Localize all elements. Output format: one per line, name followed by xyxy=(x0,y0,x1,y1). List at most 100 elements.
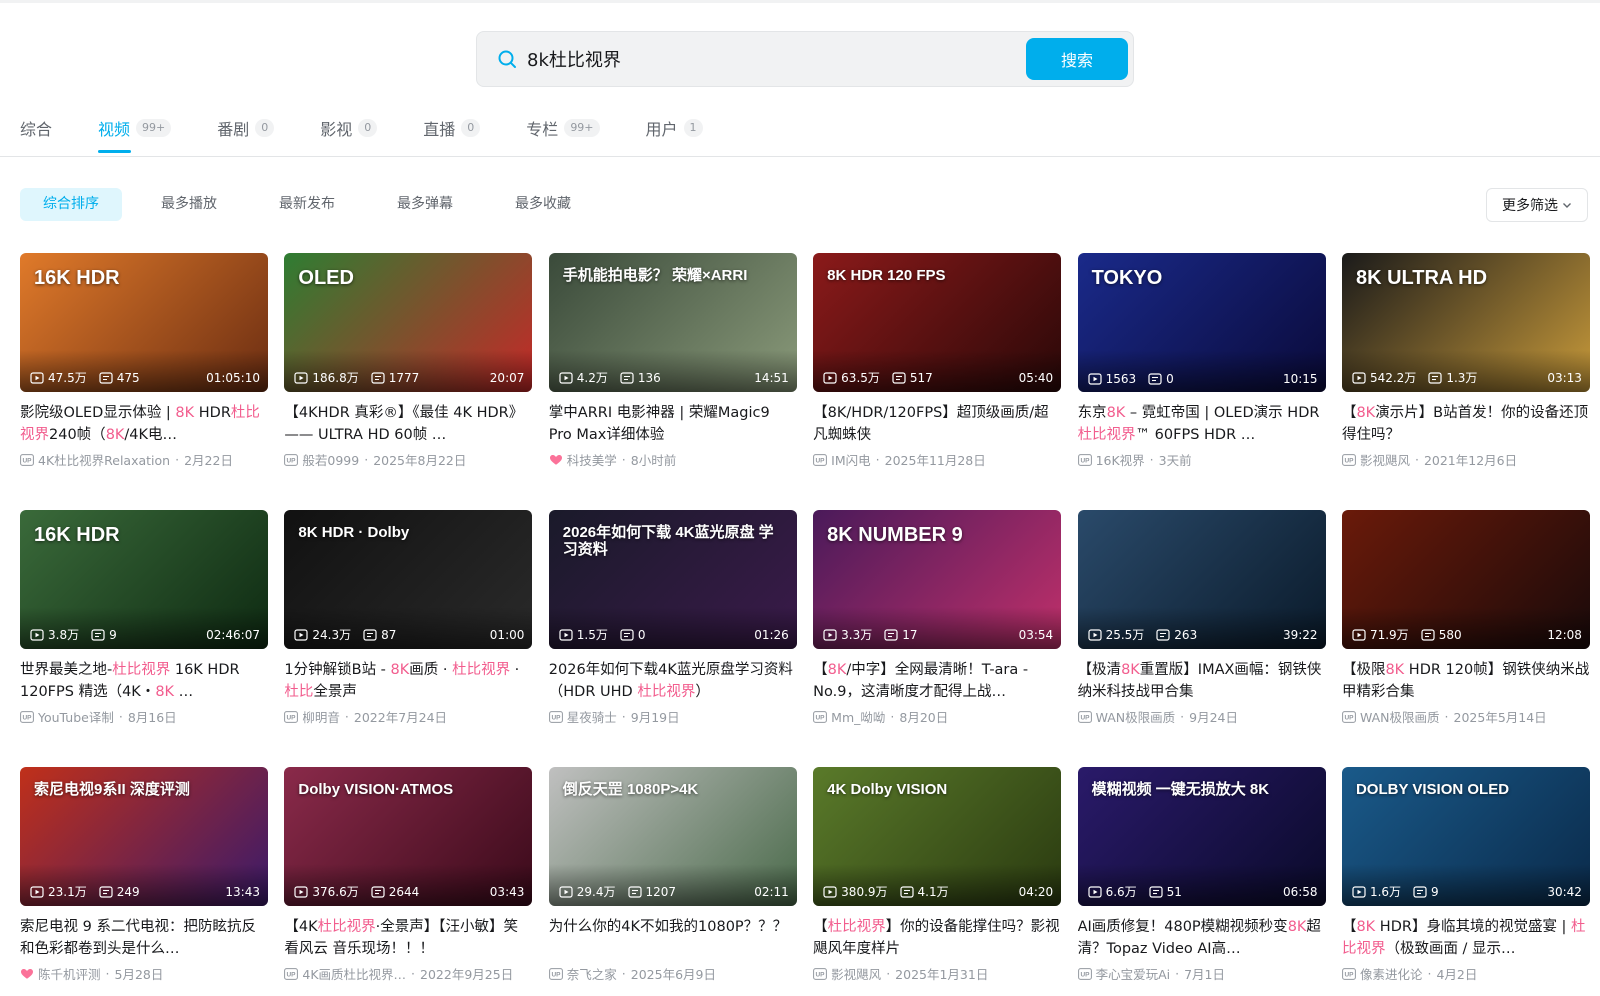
author-name[interactable]: 柳明音 xyxy=(302,707,340,726)
video-card[interactable]: 8K NUMBER 9 3.3万 17 03:54 【8K/中字】全网最清晰！T-ara… xyxy=(813,510,1062,767)
video-title[interactable]: 索尼电视 9 系二代电视：把防眩抗反和色彩都卷到头是什么… xyxy=(20,916,268,960)
author-name[interactable]: 影视飓风 xyxy=(831,964,881,983)
video-card[interactable]: DOLBY VISION OLED 1.6万 9 30:42 【8K HDR】身临其境的… xyxy=(1341,767,1590,996)
video-card[interactable]: 25.5万 263 39:22 【极清8K重置版】IMAX画幅：钢铁侠纳米科技战甲合集… xyxy=(1077,510,1326,767)
sort-option-1[interactable]: 最多播放 xyxy=(138,188,240,221)
video-card[interactable]: 8K HDR 120 FPS 63.5万 517 05:40 【8K/HDR/120FP… xyxy=(813,253,1062,510)
search-button[interactable]: 搜索 xyxy=(1026,38,1128,80)
video-card[interactable]: 2026年如何下载 4K蓝光原盘 学习资料 1.5万 0 01:26 2026年如何下载… xyxy=(548,510,797,767)
video-card[interactable]: 71.9万 580 12:08 【极限8K HDR 120帧】钢铁侠纳米战甲精彩合集 U… xyxy=(1341,510,1590,767)
video-title[interactable]: 【杜比视界】你的设备能撑住吗？影视飓风年度样片 xyxy=(813,916,1061,960)
tab-6[interactable]: 用户 1 xyxy=(646,112,703,144)
video-thumbnail[interactable]: OLED 186.8万 1777 20:07 xyxy=(284,253,533,392)
sort-option-2[interactable]: 最新发布 xyxy=(256,188,358,221)
video-duration: 14:51 xyxy=(754,370,789,385)
video-thumbnail[interactable]: 倒反天罡 1080P>4K 29.4万 1207 02:11 xyxy=(548,767,797,906)
author-name[interactable]: 4K画质杜比视界… xyxy=(302,964,406,983)
video-title[interactable]: 2026年如何下载4K蓝光原盘学习资料（HDR UHD 杜比视界） xyxy=(549,659,797,703)
danmaku-icon xyxy=(1148,373,1162,385)
video-thumbnail[interactable]: 8K HDR 120 FPS 63.5万 517 05:40 xyxy=(813,253,1062,392)
video-card[interactable]: 倒反天罡 1080P>4K 29.4万 1207 02:11 为什么你的4K不如我的10… xyxy=(548,767,797,996)
video-card[interactable]: 模糊视频 一键无损放大 8K 6.6万 51 06:58 AI画质修复！480P模糊视频… xyxy=(1077,767,1326,996)
video-thumbnail[interactable]: 25.5万 263 39:22 xyxy=(1077,510,1326,649)
sort-option-0[interactable]: 综合排序 xyxy=(20,188,122,221)
result-tabs: 综合 视频 99+ 番剧 0 影视 0 直播 0 专栏 99+ 用户 1 xyxy=(20,112,749,153)
video-card[interactable]: 4K Dolby VISION 380.9万 4.1万 04:20 【杜比视界】你的设备… xyxy=(813,767,1062,996)
video-title[interactable]: 【8K演示片】B站首发！你的设备还顶得住吗？ xyxy=(1342,402,1590,446)
video-card[interactable]: TOKYO 1563 0 10:15 东京8K – 霓虹帝国 | OLED演示 HDR … xyxy=(1077,253,1326,510)
video-thumbnail[interactable]: 71.9万 580 12:08 xyxy=(1341,510,1590,649)
author-name[interactable]: WAN极限画质 xyxy=(1360,707,1440,726)
video-title[interactable]: AI画质修复！480P模糊视频秒变8K超清？Topaz Video AI高… xyxy=(1078,916,1326,960)
video-card[interactable]: OLED 186.8万 1777 20:07 【4KHDR 真彩®】《最佳 4K HDR… xyxy=(284,253,533,510)
video-thumbnail[interactable]: TOKYO 1563 0 10:15 xyxy=(1077,253,1326,392)
video-card[interactable]: 索尼电视9系II 深度评测 23.1万 249 13:43 索尼电视 9 系二代电视：把… xyxy=(20,767,268,996)
tab-5[interactable]: 专栏 99+ xyxy=(526,112,600,144)
video-meta: UP 16K视界 · 3天前 xyxy=(1077,450,1326,469)
video-title[interactable]: 【极限8K HDR 120帧】钢铁侠纳米战甲精彩合集 xyxy=(1342,659,1590,703)
video-title[interactable]: 【4K杜比视界·全景声】【汪小敏】笑看风云 音乐现场！！！ xyxy=(284,916,532,960)
keyword-highlight: 8K xyxy=(1287,919,1307,935)
video-title[interactable]: 掌中ARRI 电影神器 | 荣耀Magic9 Pro Max详细体验 xyxy=(549,402,797,446)
video-thumbnail[interactable]: 手机能拍电影？ 荣耀×ARRI 4.2万 136 14:51 xyxy=(548,253,797,392)
video-card[interactable]: Dolby VISION·ATMOS 376.6万 2644 03:43 【4K杜比视界… xyxy=(284,767,533,996)
tab-1[interactable]: 视频 99+ xyxy=(98,112,172,153)
video-card[interactable]: 16K HDR 47.5万 475 01:05:10 影院级OLED显示体验 | 8K … xyxy=(20,253,268,510)
video-title[interactable]: 1分钟解锁B站 - 8K画质 · 杜比视界 · 杜比全景声 xyxy=(284,659,532,703)
video-thumbnail[interactable]: DOLBY VISION OLED 1.6万 9 30:42 xyxy=(1341,767,1590,906)
video-title[interactable]: 【8K/HDR/120FPS】超顶级画质/超凡蜘蛛侠 xyxy=(813,402,1061,446)
sort-option-4[interactable]: 最多收藏 xyxy=(492,188,594,221)
meta-separator: · xyxy=(1427,966,1432,981)
up-icon: UP xyxy=(813,453,828,466)
video-thumbnail[interactable]: 8K ULTRA HD 542.2万 1.3万 03:13 xyxy=(1341,253,1590,392)
up-icon: UP xyxy=(1342,453,1356,466)
sort-option-3[interactable]: 最多弹幕 xyxy=(374,188,476,221)
author-name[interactable]: 影视飓风 xyxy=(1360,450,1410,469)
video-thumbnail[interactable]: 模糊视频 一键无损放大 8K 6.6万 51 06:58 xyxy=(1077,767,1326,906)
view-count-value: 29.4万 xyxy=(576,885,616,899)
play-count-icon xyxy=(1087,373,1102,385)
video-title[interactable]: 东京8K – 霓虹帝国 | OLED演示 HDR 杜比视界™ 60FPS HDR… xyxy=(1078,402,1326,446)
play-count-icon xyxy=(1352,885,1366,898)
author-name[interactable]: Mm_呦呦 xyxy=(831,707,885,726)
video-card[interactable]: 8K HDR · Dolby 24.3万 87 01:00 1分钟解锁B站 - 8K画质… xyxy=(284,510,533,767)
more-filters-button[interactable]: 更多筛选 xyxy=(1486,188,1588,222)
publish-date: 2025年6月9日 xyxy=(630,967,716,982)
search-input[interactable] xyxy=(527,41,997,77)
author-name[interactable]: 星夜骑士 xyxy=(567,707,617,726)
author-name[interactable]: IM闪电 xyxy=(831,450,870,469)
video-thumbnail[interactable]: 16K HDR 3.8万 9 02:46:07 xyxy=(20,510,268,649)
video-thumbnail[interactable]: 8K NUMBER 9 3.3万 17 03:54 xyxy=(813,510,1062,649)
video-thumbnail[interactable]: 4K Dolby VISION 380.9万 4.1万 04:20 xyxy=(813,767,1062,906)
author-name[interactable]: YouTube译制 xyxy=(38,707,114,726)
tab-3[interactable]: 影视 0 xyxy=(320,112,378,144)
author-name[interactable]: 科技美学 xyxy=(567,450,617,469)
video-title[interactable]: 世界最美之地-杜比视界 16K HDR 120FPS 精选（4K・8K … xyxy=(20,659,268,703)
video-thumbnail[interactable]: Dolby VISION·ATMOS 376.6万 2644 03:43 xyxy=(284,767,533,906)
video-thumbnail[interactable]: 索尼电视9系II 深度评测 23.1万 249 13:43 xyxy=(20,767,268,906)
video-title[interactable]: 为什么你的4K不如我的1080P？？？ xyxy=(549,916,797,960)
video-card[interactable]: 16K HDR 3.8万 9 02:46:07 世界最美之地-杜比视界 16K HDR … xyxy=(20,510,268,767)
video-title[interactable]: 【4KHDR 真彩®】《最佳 4K HDR》—— ULTRA HD 60帧 … xyxy=(284,402,532,446)
author-name[interactable]: 4K杜比视界Relaxation xyxy=(38,450,170,469)
video-title[interactable]: 【8K HDR】身临其境的视觉盛宴 | 杜比视界（极致画面 / 显示… xyxy=(1342,916,1590,960)
author-name[interactable]: 16K视界 xyxy=(1096,450,1145,469)
tab-0[interactable]: 综合 xyxy=(20,112,52,144)
tab-2[interactable]: 番剧 0 xyxy=(217,112,275,144)
author-name[interactable]: 陈千机评测 xyxy=(38,964,101,983)
video-card[interactable]: 8K ULTRA HD 542.2万 1.3万 03:13 【8K演示片】B站首发！你的… xyxy=(1341,253,1590,510)
publish-date: 2025年1月31日 xyxy=(895,967,989,982)
video-title[interactable]: 【极清8K重置版】IMAX画幅：钢铁侠纳米科技战甲合集 xyxy=(1078,659,1326,703)
author-name[interactable]: 李心宝爱玩Ai xyxy=(1096,964,1171,983)
video-thumbnail[interactable]: 2026年如何下载 4K蓝光原盘 学习资料 1.5万 0 01:26 xyxy=(548,510,797,649)
video-thumbnail[interactable]: 8K HDR · Dolby 24.3万 87 01:00 xyxy=(284,510,533,649)
video-card[interactable]: 手机能拍电影？ 荣耀×ARRI 4.2万 136 14:51 掌中ARRI 电影神器 |… xyxy=(548,253,797,510)
tab-4[interactable]: 直播 0 xyxy=(423,112,481,144)
video-title[interactable]: 【8K/中字】全网最清晰！T-ara - No.9，这清晰度才配得上战… xyxy=(813,659,1061,703)
author-name[interactable]: 像素进化论 xyxy=(1360,964,1423,983)
author-name[interactable]: WAN极限画质 xyxy=(1096,707,1176,726)
author-name[interactable]: 般若0999 xyxy=(302,450,359,469)
author-name[interactable]: 奈飞之家 xyxy=(567,964,617,983)
video-title[interactable]: 影院级OLED显示体验 | 8K HDR杜比视界240帧（8K/4K电… xyxy=(20,402,268,446)
video-thumbnail[interactable]: 16K HDR 47.5万 475 01:05:10 xyxy=(20,253,268,392)
